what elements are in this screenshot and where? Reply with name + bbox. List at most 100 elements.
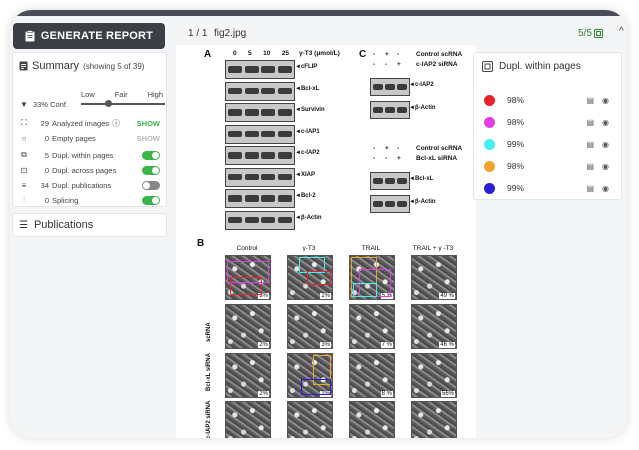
blot-band [228,66,242,73]
blot-marker-label: ◄β-Actin [409,199,436,205]
summary-card: Summary (showing 5 of 39) Low Fair High … [12,52,167,207]
splicing-label: Splicing [52,195,79,205]
conf-slider-knob[interactable] [105,100,113,107]
dose-10: 10 [263,50,271,57]
micrograph: 6% [287,401,333,438]
blot-strip [225,81,295,101]
match-color-swatch [484,116,495,128]
blot-band [244,130,259,138]
blot-marker-label: ◄c-IAP2 [409,82,434,88]
summary-row-empty: ○ 0 Empty pages SHOW [19,132,164,144]
micrograph-percent: 2% [320,293,331,299]
condition-mark: - [373,61,376,68]
eye-icon[interactable]: ◉ [602,96,609,105]
blot-band [244,216,259,224]
dose-labels: 0 5 10 25 [233,50,289,57]
eye-icon[interactable]: ◉ [602,140,609,149]
app-window: GENERATE REPORT Summary (showing 5 of 39… [10,10,627,438]
conf-value: 33% [33,99,49,109]
conf-label: Conf. [50,99,69,109]
condition-mark: - [397,51,400,58]
blot-band [397,200,407,208]
blot-band [277,216,292,224]
blot-strip [370,78,410,96]
dupl-match-item[interactable]: 98% ▤ ◉ [484,159,612,173]
duplicate-region[interactable] [230,277,262,295]
page-count-badge[interactable]: 5/5 [578,28,603,39]
conf-row: ▼ 33% Conf. [19,98,165,110]
duplicate-region[interactable] [353,283,377,297]
dupl-publications-toggle[interactable] [142,180,160,190]
summary-row-splicing: ⫶ 0 Splicing [19,194,164,206]
dupl-match-item[interactable]: 99% ▤ ◉ [484,181,612,195]
eye-icon[interactable]: ◉ [602,118,609,127]
micrograph-percent: 3% [320,342,331,348]
help-icon[interactable]: ⓘ [112,118,120,129]
condition-mark: + [397,155,401,162]
dupl-within-toggle[interactable] [142,150,160,160]
duplicate-region[interactable] [307,271,331,285]
publications-header: ☰ Publications [19,219,93,231]
summary-label: Summary [32,60,80,72]
eye-icon[interactable]: ◉ [602,162,609,171]
micrograph-percent: 7 % [380,342,393,348]
micrograph: 2% [225,304,271,349]
micrograph-percent: 8 % [380,391,393,397]
match-percent: 99% [507,183,525,193]
micrograph: 51 % [411,401,457,438]
dupl-match-item[interactable]: 98% ▤ ◉ [484,93,612,107]
dupl-within-icon: ⧉ [21,150,27,159]
analyzed-count: 29 [40,118,49,128]
blot-strip [225,124,295,144]
dose-25: 25 [281,50,289,57]
blot-strip [225,189,295,208]
splicing-toggle[interactable] [142,195,160,205]
micrograph-percent: 46 % [439,342,455,348]
comment-icon[interactable]: ▤ [586,184,594,193]
comment-icon[interactable]: ▤ [586,162,594,171]
publications-card[interactable]: ☰ Publications [12,213,167,237]
dupl-match-item[interactable]: 98% ▤ ◉ [484,115,612,129]
show-empty-button[interactable]: SHOW [137,134,160,143]
dupl-within-title: Dupl. within pages [482,61,581,72]
dupl-across-toggle[interactable] [142,165,160,175]
blot-marker-label: ◄c-IAP2 [295,150,320,156]
eye-icon[interactable]: ◉ [602,184,609,193]
match-percent: 99% [507,139,525,149]
blot-band [228,130,242,138]
blot-band [397,106,407,114]
dose-unit: γ-T3 (μmol/L) [299,50,340,57]
comment-icon[interactable]: ▤ [586,140,594,149]
condition-label: Control scRNA [416,51,463,58]
blot-marker-label: ◄Bcl-xL [295,85,320,92]
blot-marker-label: ◄Bcl-xL [409,176,434,182]
dose-0: 0 [233,50,237,57]
micrograph: 56% [411,353,457,398]
blot-band [373,177,383,185]
duplicate-region[interactable] [301,379,331,395]
comment-icon[interactable]: ▤ [586,118,594,127]
panel-c-label: C [359,49,367,60]
show-analyzed-button[interactable]: SHOW [137,119,160,128]
generate-report-button[interactable]: GENERATE REPORT [13,23,165,49]
blot-band [277,195,292,202]
dupl-within-panel: Dupl. within pages 98% ▤ ◉ 98% ▤ ◉ 99% ▤ ◉ 98% ▤ ◉ 9… [473,52,622,200]
blot-band [373,200,383,208]
condition-label: c-IAP2 siRNA [416,61,458,68]
dupl-across-icon: ⊡ [20,165,28,175]
micrograph-percent: 49 % [439,293,455,299]
conf-slider[interactable] [81,100,165,107]
blot-band [261,66,275,73]
top-bar [10,10,627,16]
dupl-publications-count: 34 [40,180,49,190]
match-percent: 98% [507,117,525,127]
publications-label: Publications [33,219,94,231]
blot-band [228,216,242,224]
blot-band [228,87,242,95]
chevron-up-icon[interactable]: ^ [619,26,624,37]
panel-b-label: B [197,238,205,249]
comment-icon[interactable]: ▤ [586,96,594,105]
dupl-match-item[interactable]: 99% ▤ ◉ [484,137,612,151]
blot-marker-label: ◄Survivin [295,107,325,113]
blot-band [244,87,259,95]
